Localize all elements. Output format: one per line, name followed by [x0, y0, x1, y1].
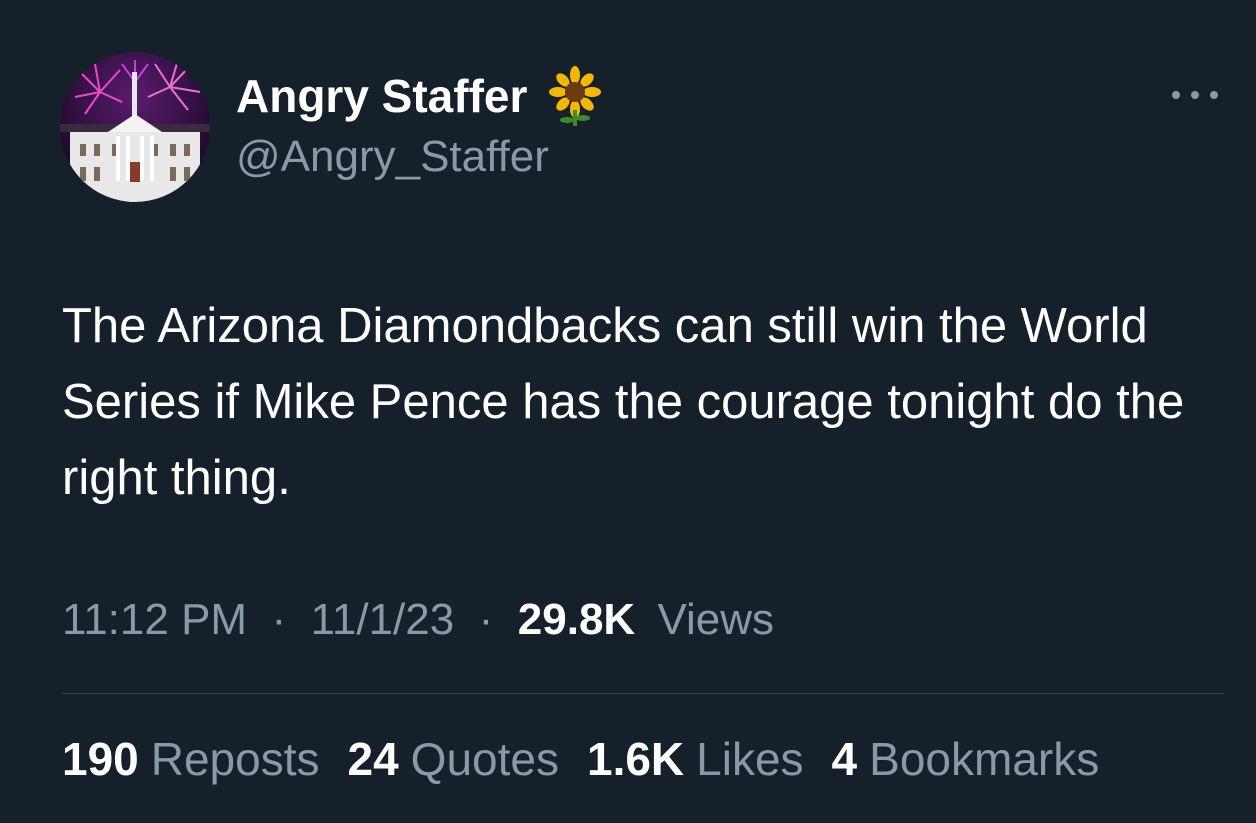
bookmarks-stat[interactable]: 4 Bookmarks: [832, 732, 1100, 786]
tweet-meta: 11:12 PM · 11/1/23 · 29.8K Views: [62, 595, 774, 645]
likes-count: 1.6K: [586, 733, 685, 785]
more-horizontal-icon[interactable]: [1172, 80, 1218, 110]
reposts-stat[interactable]: 190 Reposts: [62, 732, 320, 786]
meta-separator: ·: [259, 595, 299, 644]
bookmarks-count: 4: [831, 733, 858, 785]
quotes-stat[interactable]: 24 Quotes: [348, 732, 559, 786]
quotes-count: 24: [347, 733, 399, 785]
white-house-fireworks-image: [60, 52, 210, 202]
display-name[interactable]: Angry Staffer: [236, 69, 527, 123]
bookmarks-label: Bookmarks: [869, 733, 1100, 785]
sunflower-icon: [549, 66, 602, 126]
views-label: Views: [657, 595, 775, 644]
more-dot: [1210, 91, 1218, 99]
meta-separator: ·: [466, 595, 506, 644]
author-handle[interactable]: @Angry_Staffer: [236, 132, 549, 182]
tweet-time[interactable]: 11:12 PM: [62, 595, 247, 644]
more-dot: [1172, 91, 1180, 99]
engagement-stats: 190 Reposts 24 Quotes 1.6K Likes 4 Bookmarks: [62, 732, 1099, 786]
tweet-text: The Arizona Diamondbacks can still win t…: [62, 299, 1185, 505]
likes-stat[interactable]: 1.6K Likes: [587, 732, 804, 786]
avatar[interactable]: [60, 52, 210, 202]
reposts-count: 190: [62, 733, 139, 785]
reposts-label: Reposts: [150, 733, 320, 785]
divider: [62, 693, 1224, 694]
views-count: 29.8K: [517, 595, 636, 644]
likes-label: Likes: [696, 733, 804, 785]
more-dot: [1191, 91, 1199, 99]
author-name-row: Angry Staffer: [236, 66, 603, 126]
tweet-date[interactable]: 11/1/23: [311, 595, 455, 644]
quotes-label: Quotes: [410, 733, 559, 785]
